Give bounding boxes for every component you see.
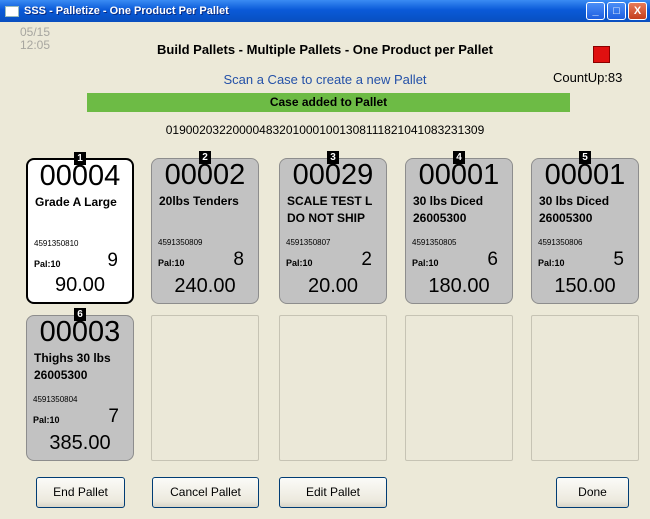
app-icon <box>5 5 19 17</box>
end-pallet-button[interactable]: End Pallet <box>36 477 125 508</box>
pallet-card-6[interactable]: 6 00003 Thighs 30 lbs 26005300 459135080… <box>26 308 134 461</box>
pallet-size: Pal:10 <box>158 258 185 268</box>
pallet-desc-line1: 30 lbs Diced <box>413 194 484 208</box>
pallet-serial: 4591350806 <box>538 238 583 247</box>
pallet-number: 00029 <box>292 159 374 191</box>
pallet-card-2[interactable]: 2 00002 20lbs Tenders 4591350809 Pal:10 … <box>151 151 259 304</box>
pallet-desc-line2: 26005300 <box>34 368 88 382</box>
count-up-label: CountUp:83 <box>553 70 623 85</box>
window-title: SSS - Palletize - One Product Per Pallet <box>24 5 229 17</box>
pallet-number: 00001 <box>544 159 626 191</box>
main-panel: 05/15 12:05 Build Pallets - Multiple Pal… <box>0 22 650 519</box>
page-title: Build Pallets - Multiple Pallets - One P… <box>157 42 493 57</box>
pallet-desc-line1: Thighs 30 lbs <box>34 351 111 365</box>
status-indicator <box>593 46 610 63</box>
pallet-weight: 20.00 <box>307 275 359 297</box>
empty-pallet-slot[interactable] <box>279 315 387 461</box>
pallet-number: 00004 <box>39 160 121 192</box>
pallet-card-3[interactable]: 3 00029 SCALE TEST L DO NOT SHIP 4591350… <box>279 151 387 304</box>
pallet-card-4[interactable]: 4 00001 30 lbs Diced 26005300 4591350805… <box>405 151 513 304</box>
close-button[interactable]: X <box>628 2 647 20</box>
pallet-description: 30 lbs Diced 26005300 <box>413 193 511 227</box>
pallet-description: 30 lbs Diced 26005300 <box>539 193 637 227</box>
pallet-serial: 4591350804 <box>33 395 78 404</box>
pallet-number: 00003 <box>39 316 121 348</box>
pallet-weight: 150.00 <box>554 275 616 297</box>
empty-pallet-slot[interactable] <box>151 315 259 461</box>
pallet-desc-line1: SCALE TEST L <box>287 194 373 208</box>
pallet-description: Thighs 30 lbs 26005300 <box>34 350 132 384</box>
pallet-card-5[interactable]: 5 00001 30 lbs Diced 26005300 4591350806… <box>531 151 639 304</box>
pallet-size: Pal:10 <box>33 415 60 425</box>
case-count: 8 <box>233 249 244 270</box>
pallet-serial: 4591350809 <box>158 238 203 247</box>
case-count: 7 <box>108 406 119 427</box>
pallet-description: SCALE TEST L DO NOT SHIP <box>287 193 385 227</box>
pallet-desc-line1: 20lbs Tenders <box>159 194 239 208</box>
case-count: 9 <box>107 250 118 271</box>
pallet-weight: 180.00 <box>428 275 490 297</box>
pallet-desc-line1: 30 lbs Diced <box>539 194 610 208</box>
title-bar: SSS - Palletize - One Product Per Pallet… <box>0 0 650 22</box>
pallet-size: Pal:10 <box>538 258 565 268</box>
cancel-pallet-button[interactable]: Cancel Pallet <box>152 477 259 508</box>
pallet-serial: 4591350810 <box>34 239 79 248</box>
empty-pallet-slot[interactable] <box>405 315 513 461</box>
pallet-desc-line2: 26005300 <box>413 211 467 225</box>
maximize-button[interactable]: □ <box>607 2 626 20</box>
case-count: 5 <box>613 249 624 270</box>
pallet-weight: 240.00 <box>174 275 236 297</box>
pallet-serial: 4591350805 <box>412 238 457 247</box>
pallet-number: 00002 <box>164 159 246 191</box>
barcode-readout: 0190020322000048320100010013081118210410… <box>165 123 485 137</box>
pallet-serial: 4591350807 <box>286 238 331 247</box>
pallet-desc-line2: 26005300 <box>539 211 593 225</box>
case-count: 2 <box>361 249 372 270</box>
case-count: 6 <box>487 249 498 270</box>
minimize-button[interactable]: _ <box>586 2 605 20</box>
edit-pallet-button[interactable]: Edit Pallet <box>279 477 387 508</box>
pallet-weight: 90.00 <box>54 274 106 296</box>
pallet-size: Pal:10 <box>286 258 313 268</box>
pallet-weight: 385.00 <box>49 432 111 454</box>
pallet-size: Pal:10 <box>412 258 439 268</box>
pallet-desc-line1: Grade A Large <box>35 195 117 209</box>
done-button[interactable]: Done <box>556 477 629 508</box>
empty-pallet-slot[interactable] <box>531 315 639 461</box>
pallet-size: Pal:10 <box>34 259 61 269</box>
pallet-description: 20lbs Tenders <box>159 193 257 210</box>
pallet-number: 00001 <box>418 159 500 191</box>
pallet-desc-line2: DO NOT SHIP <box>287 211 366 225</box>
pallet-description: Grade A Large <box>35 194 133 211</box>
status-message-bar: Case added to Pallet <box>87 93 570 112</box>
pallet-card-1[interactable]: 1 00004 Grade A Large 4591350810 Pal:10 … <box>26 152 134 304</box>
